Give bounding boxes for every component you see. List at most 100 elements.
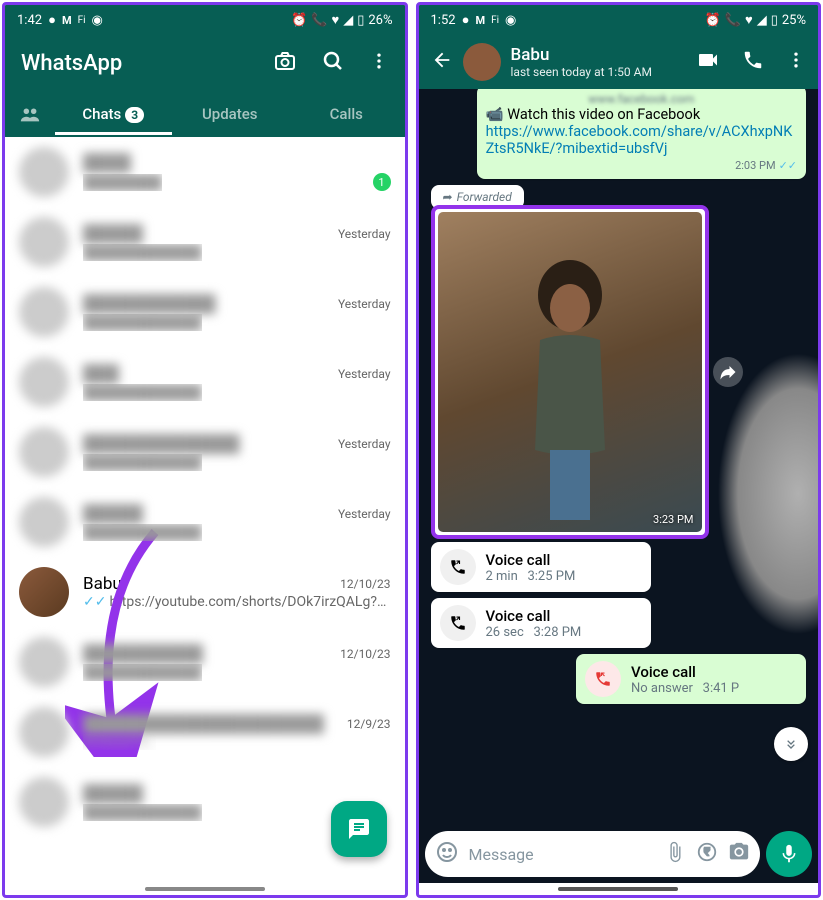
- chat-time: 12/10/23: [340, 577, 390, 591]
- chat-preview: ████████: [83, 174, 162, 191]
- call-log-in[interactable]: Voice call 2 min 3:25 PM: [431, 542, 651, 592]
- camera-input-icon[interactable]: [728, 841, 750, 867]
- chat-time: Yesterday: [338, 297, 391, 311]
- more-icon[interactable]: [369, 51, 389, 75]
- chat-name: Babu: [83, 574, 122, 594]
- msg-link[interactable]: https://www.facebook.com/share/v/ACXhxpN…: [486, 123, 797, 157]
- contact-avatar[interactable]: [463, 43, 501, 81]
- tab-updates[interactable]: Updates: [172, 93, 289, 135]
- alarm-icon: ⏰: [291, 13, 307, 28]
- chat-preview: ████████████: [83, 664, 202, 681]
- app-dot-icon: ◉: [92, 13, 103, 28]
- chat-name: █████: [83, 784, 143, 804]
- nav-handle[interactable]: [558, 887, 678, 891]
- emoji-icon[interactable]: [435, 840, 459, 868]
- rupee-icon[interactable]: ₹: [696, 841, 718, 867]
- chat-time: 12/9/23: [347, 717, 391, 731]
- avatar: [19, 357, 69, 407]
- input-placeholder: Message: [469, 845, 655, 864]
- chat-name: █████: [83, 504, 143, 524]
- image-time: 3:23 PM: [653, 513, 693, 526]
- wifi-icon: ♥: [745, 12, 753, 28]
- contact-name: Babu: [511, 45, 687, 65]
- message-out[interactable]: www.facebook.com 📹 Watch this video on F…: [477, 89, 806, 179]
- notif-dot-icon: ●: [48, 12, 56, 28]
- forward-icon: ➦: [443, 190, 453, 204]
- more-icon[interactable]: [786, 50, 806, 74]
- chat-name: ████: [83, 153, 131, 173]
- chats-badge: 3: [125, 107, 144, 123]
- chat-item-babu[interactable]: Babu 12/10/23 ✓✓ https://youtube.com/sho…: [5, 557, 405, 627]
- gmail-icon: M: [475, 14, 485, 27]
- avatar: [19, 777, 69, 827]
- input-bar: Message ₹: [419, 825, 819, 883]
- wifi-calling-icon: 📞: [725, 13, 741, 28]
- tabs: Chats3 Updates Calls: [5, 91, 405, 137]
- back-icon[interactable]: [431, 49, 453, 75]
- tab-chats[interactable]: Chats3: [55, 93, 172, 135]
- wifi-icon: ♥: [331, 12, 339, 28]
- scroll-down-button[interactable]: [774, 727, 808, 761]
- gmail-icon: M: [62, 14, 72, 27]
- status-time: 1:42: [17, 13, 42, 28]
- image-message[interactable]: 3:23 PM: [431, 205, 709, 539]
- avatar: [19, 497, 69, 547]
- nav-handle[interactable]: [145, 887, 265, 891]
- communities-icon[interactable]: [5, 91, 55, 137]
- voice-call-icon[interactable]: [742, 49, 764, 75]
- search-icon[interactable]: [321, 49, 345, 77]
- chat-item[interactable]: █████ Yesterday ████████████: [5, 207, 405, 277]
- call-log-in[interactable]: Voice call 26 sec 3:28 PM: [431, 598, 651, 648]
- msg-text: Watch this video on Facebook: [507, 106, 700, 123]
- person-photo: [500, 250, 640, 520]
- status-bar: 1:42 ● M Fi ◉ ⏰ 📞 ♥ ◢ ▯ 26%: [5, 5, 405, 35]
- chat-time: Yesterday: [338, 507, 391, 521]
- chat-item[interactable]: █████████████ Yesterday ████████████: [5, 417, 405, 487]
- chat-name: ██████████: [83, 644, 203, 664]
- chat-name: ███: [83, 364, 119, 384]
- chat-preview: ████████████: [83, 524, 202, 541]
- battery-pct: 25%: [782, 13, 806, 28]
- avatar: [19, 637, 69, 687]
- read-ticks-icon: ✓✓: [779, 159, 797, 172]
- chat-item[interactable]: ███████████ Yesterday ████████████: [5, 277, 405, 347]
- signal-icon: ◢: [757, 13, 767, 28]
- status-time: 1:52: [431, 13, 456, 28]
- forward-button[interactable]: [713, 357, 743, 387]
- chat-time: 12/10/23: [340, 647, 390, 661]
- chat-time: Yesterday: [338, 367, 391, 381]
- avatar: [19, 427, 69, 477]
- chat-item[interactable]: ████████████████████ 12/9/23 KHAxisI?s…: [5, 697, 405, 767]
- chat-header: Babu last seen today at 1:50 AM: [419, 35, 819, 89]
- avatar: [19, 567, 69, 617]
- chat-item[interactable]: █████ Yesterday ████████████: [5, 487, 405, 557]
- camera-icon[interactable]: [273, 49, 297, 77]
- wifi-calling-icon: 📞: [311, 13, 327, 28]
- signal-icon: ◢: [343, 13, 353, 28]
- chat-messages: www.facebook.com 📹 Watch this video on F…: [419, 89, 819, 825]
- phone-right: 1:52 ● M Fi ◉ ⏰ 📞 ♥ ◢ ▯ 25% Babu last se…: [416, 2, 822, 898]
- app-dot-icon: ◉: [505, 13, 516, 28]
- chat-time: Yesterday: [338, 437, 391, 451]
- new-chat-button[interactable]: [331, 801, 387, 857]
- attach-icon[interactable]: [664, 841, 686, 867]
- video-call-icon[interactable]: [696, 48, 720, 76]
- chat-preview: ✓✓ https://youtube.com/shorts/DOk7irzQAL…: [83, 594, 386, 610]
- message-input[interactable]: Message ₹: [425, 831, 761, 877]
- chat-preview: ████████████: [83, 244, 202, 261]
- mic-button[interactable]: [766, 831, 812, 877]
- contact-info[interactable]: Babu last seen today at 1:50 AM: [511, 45, 687, 79]
- chat-item[interactable]: ███ Yesterday ████████████: [5, 347, 405, 417]
- chat-item[interactable]: ████ ████████ 1: [5, 137, 405, 207]
- chat-preview: ████████████: [83, 454, 202, 471]
- fi-icon: Fi: [491, 15, 499, 26]
- notif-dot-icon: ●: [462, 12, 470, 28]
- call-log-out[interactable]: Voice call No answer 3:41 P: [576, 654, 806, 704]
- svg-text:₹: ₹: [704, 846, 710, 859]
- chat-item[interactable]: ██████████ 12/10/23 ████████████: [5, 627, 405, 697]
- tab-calls[interactable]: Calls: [288, 93, 405, 135]
- fi-icon: Fi: [78, 15, 86, 26]
- chat-name: █████████████: [83, 434, 240, 454]
- avatar: [19, 147, 69, 197]
- chat-preview: KHAxisI?s…: [83, 734, 156, 750]
